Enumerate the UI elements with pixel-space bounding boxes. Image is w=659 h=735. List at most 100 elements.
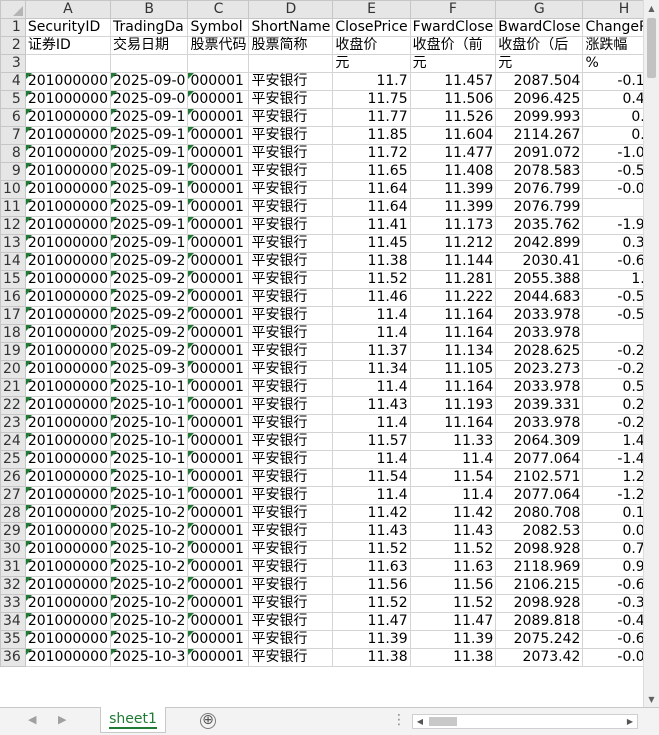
cell[interactable]: 0.175 — [582, 504, 643, 523]
row-header[interactable]: 13 — [0, 234, 26, 253]
horizontal-scrollbar[interactable]: ◀ ▶ — [412, 714, 638, 729]
cell[interactable]: 2025-10-1 — [109, 396, 189, 415]
cell[interactable]: -0.611 — [582, 252, 643, 271]
cell[interactable]: 2030.41 — [495, 252, 584, 271]
cell[interactable]: 2025-10-2 — [109, 558, 189, 577]
cell[interactable]: 平安银行 — [248, 576, 334, 595]
cell[interactable]: 平安银行 — [248, 594, 334, 613]
cell[interactable]: 000001 — [187, 540, 250, 559]
row-header[interactable]: 7 — [0, 126, 26, 145]
cell[interactable]: 11.52 — [332, 270, 411, 289]
cell[interactable]: 2025-09-2 — [109, 288, 189, 307]
cell[interactable]: 2025-10-1 — [109, 414, 189, 433]
cell[interactable]: 201000000 — [24, 252, 112, 271]
cell[interactable]: 2075.242 — [495, 630, 584, 649]
cell[interactable]: 201000000 — [24, 72, 112, 91]
column-header-h[interactable]: H — [582, 0, 643, 19]
cell[interactable]: 2064.309 — [495, 432, 584, 451]
row-header[interactable]: 27 — [0, 486, 26, 505]
cell[interactable]: -0.521 — [582, 288, 643, 307]
cell[interactable]: 2025-10-1 — [109, 450, 189, 469]
column-header-g[interactable]: G — [495, 0, 584, 19]
cell[interactable]: 11.222 — [409, 288, 497, 307]
cell[interactable]: 11.54 — [332, 468, 411, 487]
cell[interactable]: 11.47 — [332, 612, 411, 631]
cell[interactable]: 2025-09-3 — [109, 360, 189, 379]
cell[interactable]: -0.697 — [582, 630, 643, 649]
cell[interactable]: 2082.53 — [495, 522, 584, 541]
column-header-a[interactable]: A — [24, 0, 112, 19]
cell[interactable]: 11.64 — [332, 198, 411, 217]
cell[interactable]: 000001 — [187, 522, 250, 541]
cell[interactable]: 收盘价 — [332, 36, 411, 55]
row-header[interactable]: 20 — [0, 360, 26, 379]
prev-sheet-icon[interactable]: ◀ — [28, 713, 36, 726]
cell[interactable]: 000001 — [187, 72, 250, 91]
cell[interactable]: 11.41 — [332, 216, 411, 235]
cell[interactable]: 201000000 — [24, 342, 112, 361]
cell[interactable]: 平安银行 — [248, 648, 334, 667]
cell[interactable]: FwardClose — [409, 18, 497, 37]
cell[interactable]: 2025-09-1 — [109, 180, 189, 199]
cell[interactable]: 11.47 — [409, 612, 497, 631]
cell[interactable]: -1.097 — [582, 144, 643, 163]
cell[interactable]: 0.17 — [582, 108, 643, 127]
cell[interactable]: 11.85 — [332, 126, 411, 145]
cell[interactable]: 2098.928 — [495, 594, 584, 613]
cell[interactable]: 11.164 — [409, 306, 497, 325]
cell[interactable]: -0.262 — [582, 414, 643, 433]
row-header[interactable]: 32 — [0, 576, 26, 595]
cell[interactable]: 0.263 — [582, 396, 643, 415]
cell[interactable]: 201000000 — [24, 648, 112, 667]
cell[interactable]: 11.4 — [409, 450, 497, 469]
cell[interactable]: 11.399 — [409, 198, 497, 217]
select-all-corner[interactable] — [0, 0, 26, 19]
cell[interactable]: 11.526 — [409, 108, 497, 127]
cell[interactable]: 000001 — [187, 432, 250, 451]
cell[interactable]: 平安银行 — [248, 108, 334, 127]
row-header[interactable]: 3 — [0, 54, 26, 73]
cell[interactable]: 11.43 — [332, 396, 411, 415]
cell[interactable]: 2033.978 — [495, 378, 584, 397]
cell[interactable]: 11.105 — [409, 360, 497, 379]
cell[interactable]: 11.281 — [409, 270, 497, 289]
cell[interactable]: 收盘价（前 — [409, 36, 497, 55]
cell[interactable]: 0.529 — [582, 378, 643, 397]
cell[interactable]: 0.955 — [582, 558, 643, 577]
cell[interactable]: 000001 — [187, 396, 250, 415]
cell[interactable]: 平安银行 — [248, 432, 334, 451]
cell[interactable]: 证券ID — [24, 36, 112, 55]
cell[interactable]: 2025-10-2 — [109, 576, 189, 595]
cell[interactable]: 股票简称 — [248, 36, 334, 55]
cell[interactable]: 平安银行 — [248, 522, 334, 541]
row-header[interactable]: 4 — [0, 72, 26, 91]
cell[interactable]: 201000000 — [24, 162, 112, 181]
cell[interactable]: 2077.064 — [495, 450, 584, 469]
cell[interactable]: 000001 — [187, 234, 250, 253]
row-header[interactable]: 29 — [0, 522, 26, 541]
cell[interactable]: 000001 — [187, 162, 250, 181]
cell[interactable]: 0.427 — [582, 90, 643, 109]
cell[interactable]: 11.4 — [332, 306, 411, 325]
cell[interactable]: 11.4 — [332, 378, 411, 397]
cell[interactable]: 11.63 — [409, 558, 497, 577]
cell[interactable]: 11.144 — [409, 252, 497, 271]
row-header[interactable]: 6 — [0, 108, 26, 127]
cell[interactable]: 2077.064 — [495, 486, 584, 505]
cell[interactable]: 平安银行 — [248, 342, 334, 361]
cell[interactable]: 平安银行 — [248, 144, 334, 163]
cell[interactable]: 000001 — [187, 342, 250, 361]
cell[interactable]: 201000000 — [24, 540, 112, 559]
cell[interactable]: 000001 — [187, 306, 250, 325]
row-header[interactable]: 17 — [0, 306, 26, 325]
sheet-table[interactable]: ABCDEFGHI1SecurityIDTradingDaSymbolShort… — [0, 0, 643, 667]
cell[interactable]: 平安银行 — [248, 324, 334, 343]
cell[interactable]: 201000000 — [24, 270, 112, 289]
row-header[interactable]: 36 — [0, 648, 26, 667]
cell[interactable]: 2055.388 — [495, 270, 584, 289]
cell[interactable]: 11.4 — [332, 450, 411, 469]
cell[interactable]: ChangeRat — [582, 18, 643, 37]
cell[interactable]: 000001 — [187, 198, 250, 217]
column-header-b[interactable]: B — [109, 0, 189, 19]
cell[interactable]: -0.434 — [582, 612, 643, 631]
